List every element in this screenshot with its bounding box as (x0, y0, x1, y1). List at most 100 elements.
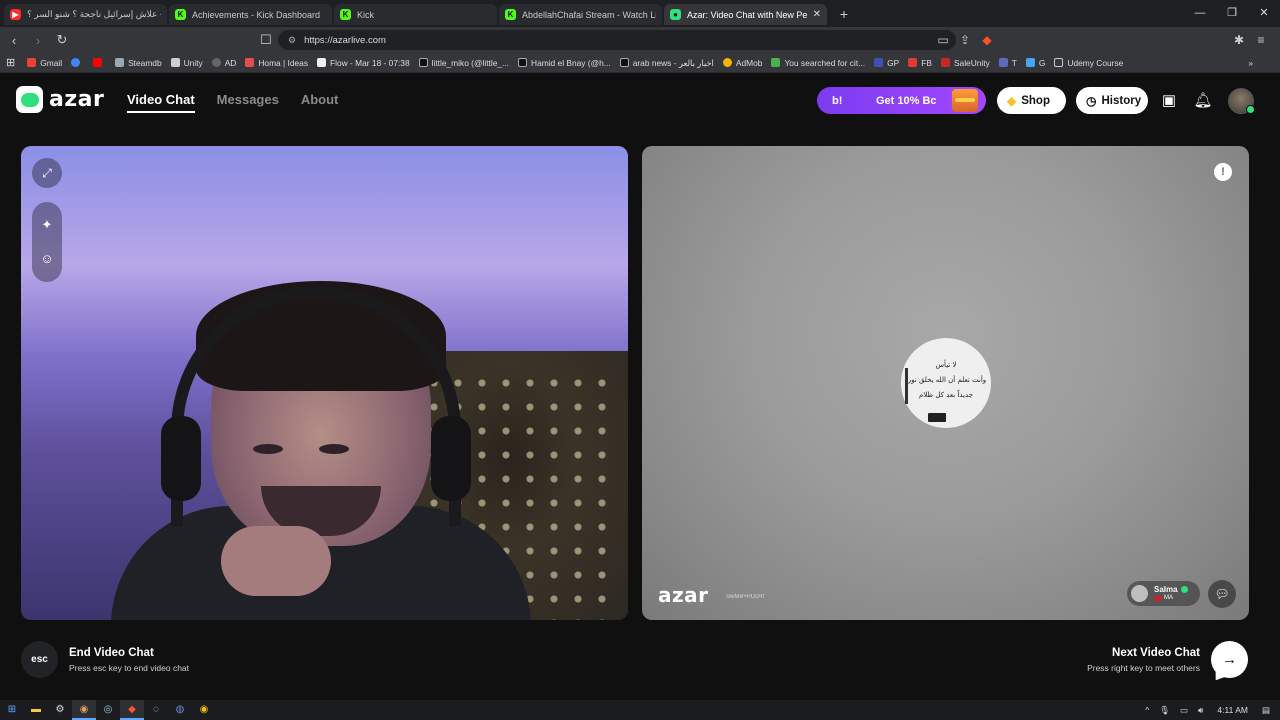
report-shield-icon[interactable]: ! (1214, 163, 1232, 181)
tiktok-icon (518, 58, 528, 67)
steam-icon[interactable]: ◎ (96, 700, 120, 720)
reload-icon[interactable]: ↻ (52, 32, 72, 48)
more-bookmarks-icon[interactable]: » (1248, 58, 1253, 68)
bookmark-item[interactable]: Gmail (27, 58, 62, 68)
bookmark-item[interactable]: little_miko (@little_... (418, 58, 509, 68)
next-video-chat-control: Next Video Chat Press right key to meet … (1087, 641, 1248, 678)
bookmark-item[interactable] (71, 58, 84, 67)
avatar[interactable] (1228, 88, 1255, 114)
azar-logo[interactable]: azar (16, 86, 104, 113)
network-icon[interactable]: ▭ (1180, 705, 1188, 716)
next-chat-title: Next Video Chat (1112, 646, 1200, 659)
browser-tab-active[interactable]: ● Azar: Video Chat with New Pe ✕ (664, 4, 827, 25)
history-label: History (1101, 94, 1142, 107)
unity-icon (170, 58, 180, 67)
bookmark-icon[interactable]: ☐ (256, 32, 276, 48)
discord-icon[interactable]: ◍ (168, 700, 192, 720)
bookmark-item[interactable]: AD (211, 58, 236, 68)
shop-label: Shop (1021, 94, 1050, 107)
clock-text[interactable]: 4:11 AM (1217, 705, 1248, 715)
cast-icon[interactable]: ▭ (932, 33, 954, 47)
chat-bubble-icon[interactable]: 💬︎ (1208, 580, 1236, 608)
brave-shield-icon[interactable]: ◆ (976, 33, 998, 47)
tab-title: Achievements - Kick Dashboard (192, 9, 321, 20)
notification-icon[interactable]: ▤ (1262, 705, 1270, 716)
bookmark-item[interactable]: FB (908, 58, 932, 68)
bookmark-item[interactable]: Steamdb (115, 58, 162, 68)
volume-icon[interactable]: 🔊︎ (1198, 705, 1203, 716)
bookmark-label: T (1011, 57, 1017, 68)
bookmark-item[interactable]: GP (874, 58, 899, 68)
close-tab-icon[interactable]: ✕ (813, 9, 821, 20)
bookmarks-bar: ⊞ Gmail Steamdb Unity AD Homa | Ideas Fl… (0, 53, 1280, 73)
peer-info-chip[interactable]: Salma MA (1127, 581, 1200, 606)
maximize-icon[interactable]: ❐ (1216, 0, 1248, 27)
share-icon[interactable]: ⇪ (954, 33, 976, 47)
bookmark-item[interactable]: SaleUnity (940, 58, 990, 68)
kick-icon: K (340, 9, 351, 20)
url-bar[interactable]: ⚙ https://azarlive.com (278, 30, 956, 50)
minimize-icon[interactable]: — (1184, 0, 1216, 27)
camera-tools: ✦ ☺ (32, 202, 62, 282)
azar-header: azar Video Chat Messages About b! Get 10… (0, 73, 1280, 128)
close-window-icon[interactable]: ✕ (1248, 0, 1280, 27)
bell-icon[interactable]: 🔔︎ (1193, 91, 1213, 111)
bookmark-item[interactable]: arab news - اخبار بالعر (619, 58, 714, 68)
nav-messages[interactable]: Messages (217, 92, 279, 113)
obs-icon[interactable]: ◌ (144, 700, 168, 720)
end-chat-title: End Video Chat (69, 646, 154, 659)
file-explorer-icon[interactable]: ▬ (24, 700, 48, 720)
app-icon[interactable]: ◉ (72, 700, 96, 720)
browser-tab[interactable]: K Achievements - Kick Dashboard (169, 4, 332, 25)
translate-icon (998, 58, 1008, 67)
bookmark-item[interactable]: You searched for cit... (771, 58, 865, 68)
end-chat-button[interactable]: esc (21, 641, 58, 678)
bookmark-item[interactable]: Hamid el Bnay (@h... (518, 58, 611, 68)
menu-icon[interactable]: ≡ (1250, 33, 1272, 47)
fb-icon (908, 58, 918, 67)
bookmark-label: You searched for cit... (784, 57, 866, 68)
bookmark-item[interactable]: T (998, 57, 1017, 68)
bookmark-label: FB (921, 57, 932, 68)
azar-logo-icon (16, 86, 43, 113)
sticker-icon[interactable]: ☺ (32, 244, 62, 274)
end-chat-hint: Press esc key to end video chat (69, 662, 190, 673)
chrome-icon[interactable]: ◉ (192, 700, 216, 720)
shop-button[interactable]: ◆ Shop (997, 87, 1066, 114)
bookmark-label: Homa | Ideas (258, 57, 309, 68)
history-button[interactable]: ◷ History (1076, 87, 1148, 114)
tray-overflow-icon[interactable]: ^ (1145, 705, 1149, 715)
clock-icon: ◷ (1086, 93, 1097, 108)
apps-icon[interactable]: ⊞ (6, 56, 15, 69)
remote-video: ! لا تيأس وأنت تعلم أن الله يخلق نوراً ج… (642, 146, 1249, 620)
browser-tab[interactable]: K Kick (334, 4, 497, 25)
nav-about[interactable]: About (301, 92, 339, 113)
user-eye (319, 444, 349, 454)
bookmark-item[interactable]: AdMob (722, 58, 762, 68)
windows-start-icon[interactable]: ⊞ (0, 700, 24, 720)
inbox-icon[interactable]: ▣ (1159, 91, 1179, 111)
bookmark-item[interactable]: G (1025, 58, 1045, 68)
settings-icon[interactable]: ⚙ (48, 700, 72, 720)
new-tab-button[interactable]: + (835, 6, 853, 22)
forward-icon[interactable]: › (28, 33, 48, 48)
saleunity-icon (940, 58, 950, 67)
back-icon[interactable]: ‹ (4, 33, 24, 48)
bookmark-item[interactable]: Flow - Mar 18 - 07:38 (317, 58, 410, 68)
browser-tab[interactable]: K AbdellahChafai Stream - Watch Liv (499, 4, 662, 25)
site-info-icon[interactable]: ⚙ (288, 35, 296, 46)
bookmark-item[interactable]: Unity (170, 58, 203, 68)
bookmark-item[interactable] (93, 58, 106, 67)
brave-icon[interactable]: ◆ (120, 700, 144, 720)
magic-wand-icon[interactable]: ✦ (32, 210, 62, 240)
fullscreen-icon[interactable]: ⤢ (32, 158, 62, 188)
nav-video-chat[interactable]: Video Chat (127, 92, 195, 113)
promo-banner[interactable]: b! Get 10% Bc (817, 87, 986, 114)
bookmark-item[interactable]: Homa | Ideas (245, 58, 308, 68)
bookmark-item[interactable]: Udemy Course (1054, 58, 1123, 68)
tiktok-icon (418, 58, 428, 67)
user-hand (221, 526, 331, 596)
extensions-icon[interactable]: ✱ (1228, 33, 1250, 47)
browser-tab[interactable]: ▶ علاش إسرائيل ناجحة ؟ شنو السر ؟ - be (4, 4, 167, 25)
microphone-icon[interactable]: 🎙︎ (1159, 705, 1170, 716)
